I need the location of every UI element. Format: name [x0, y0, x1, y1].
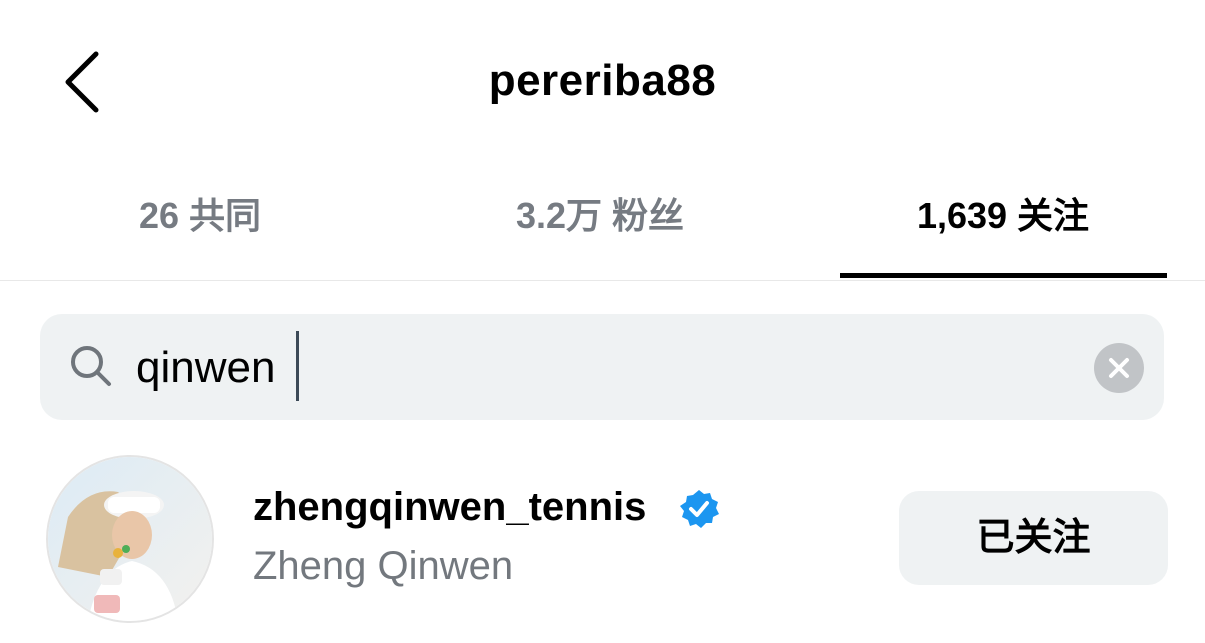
chevron-left-icon [65, 51, 99, 113]
text-cursor [296, 331, 299, 401]
tab-mutual[interactable]: 26 共同 [40, 180, 360, 280]
search-input[interactable] [136, 336, 1036, 400]
tab-bar: 26 共同 3.2万 粉丝 1,639 关注 [0, 180, 1205, 281]
tab-followers[interactable]: 3.2万 粉丝 [440, 180, 760, 280]
following-button[interactable]: 已关注 [899, 491, 1168, 585]
back-button[interactable] [52, 44, 112, 120]
clear-search-button[interactable] [1094, 343, 1144, 393]
active-tab-indicator [840, 273, 1167, 278]
avatar[interactable] [46, 455, 214, 623]
page-title: pereriba88 [488, 56, 717, 105]
result-username[interactable]: zhengqinwen_tennis [253, 485, 646, 530]
verified-badge-icon [680, 490, 719, 528]
result-full-name: Zheng Qinwen [253, 544, 514, 588]
tab-following[interactable]: 1,639 关注 [840, 180, 1166, 280]
clear-icon [1109, 358, 1129, 378]
search-icon [71, 346, 111, 386]
